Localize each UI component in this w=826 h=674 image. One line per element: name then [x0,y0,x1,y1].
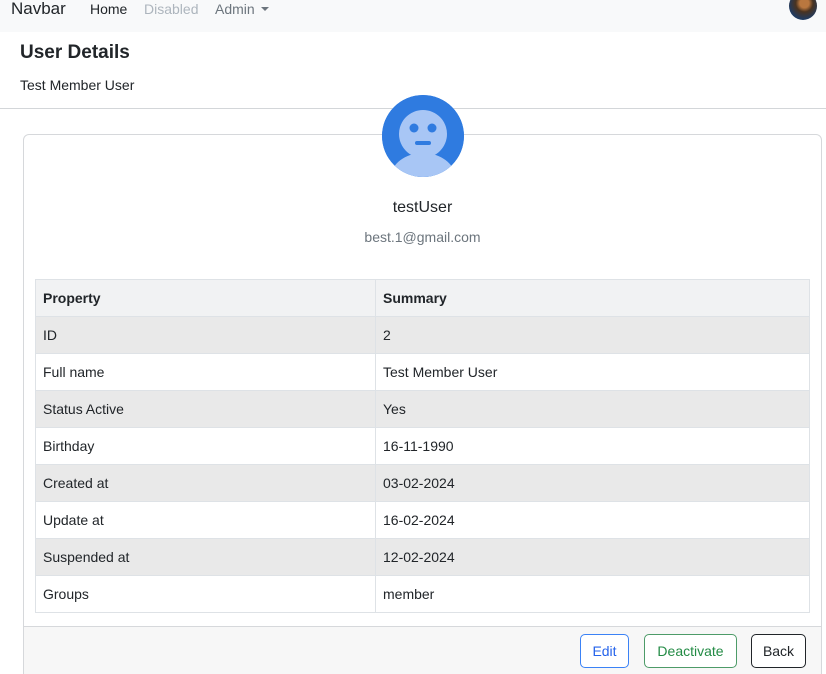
profile-username: testUser [392,199,453,216]
table-row: Birthday 16-11-1990 [35,427,810,465]
table-cell-property: Suspended at [35,538,376,576]
table-cell-property: Birthday [35,427,376,465]
nav-link-disabled: Disabled [144,1,199,17]
table-cell-property: ID [35,316,376,354]
table-cell-summary: 2 [375,316,810,354]
table-cell-summary: 16-11-1990 [375,427,810,465]
table-row: Update at 16-02-2024 [35,501,810,539]
table-cell-property: Created at [35,464,376,502]
table-cell-summary: 12-02-2024 [375,538,810,576]
deactivate-button[interactable]: Deactivate [644,634,737,668]
table-row: Groups member [35,575,810,613]
table-cell-property: Status Active [35,390,376,428]
table-cell-summary: 16-02-2024 [375,501,810,539]
table-row: Suspended at 12-02-2024 [35,538,810,576]
navbar-avatar[interactable] [789,0,817,20]
profile-avatar [382,95,464,177]
column-header-summary: Summary [375,279,810,317]
table-cell-property: Update at [35,501,376,539]
edit-button[interactable]: Edit [580,634,629,668]
table-row: Created at 03-02-2024 [35,464,810,502]
user-details-table: Property Summary ID 2 Full name Test Mem… [35,279,810,613]
caret-down-icon [260,7,269,11]
table-row: ID 2 [35,316,810,354]
table-cell-property: Groups [35,575,376,613]
nav-link-home[interactable]: Home [90,1,127,17]
table-cell-summary: Yes [375,390,810,428]
back-button[interactable]: Back [751,634,806,668]
profile-email: best.1@gmail.com [364,229,481,245]
table-cell-property: Full name [35,353,376,391]
table-row: Full name Test Member User [35,353,810,391]
page-subtitle: Test Member User [20,77,135,93]
page-title: User Details [20,42,130,63]
table-row: Status Active Yes [35,390,810,428]
table-cell-summary: member [375,575,810,613]
table-header-row: Property Summary [35,279,810,317]
column-header-property: Property [35,279,376,317]
navbar-brand[interactable]: Navbar [11,0,66,18]
navbar: Navbar Home Disabled Admin [0,0,826,32]
user-face-icon [382,95,464,177]
nav-dropdown-admin-label: Admin [215,1,255,17]
table-cell-summary: 03-02-2024 [375,464,810,502]
table-cell-summary: Test Member User [375,353,810,391]
nav-dropdown-admin[interactable]: Admin [215,1,269,17]
